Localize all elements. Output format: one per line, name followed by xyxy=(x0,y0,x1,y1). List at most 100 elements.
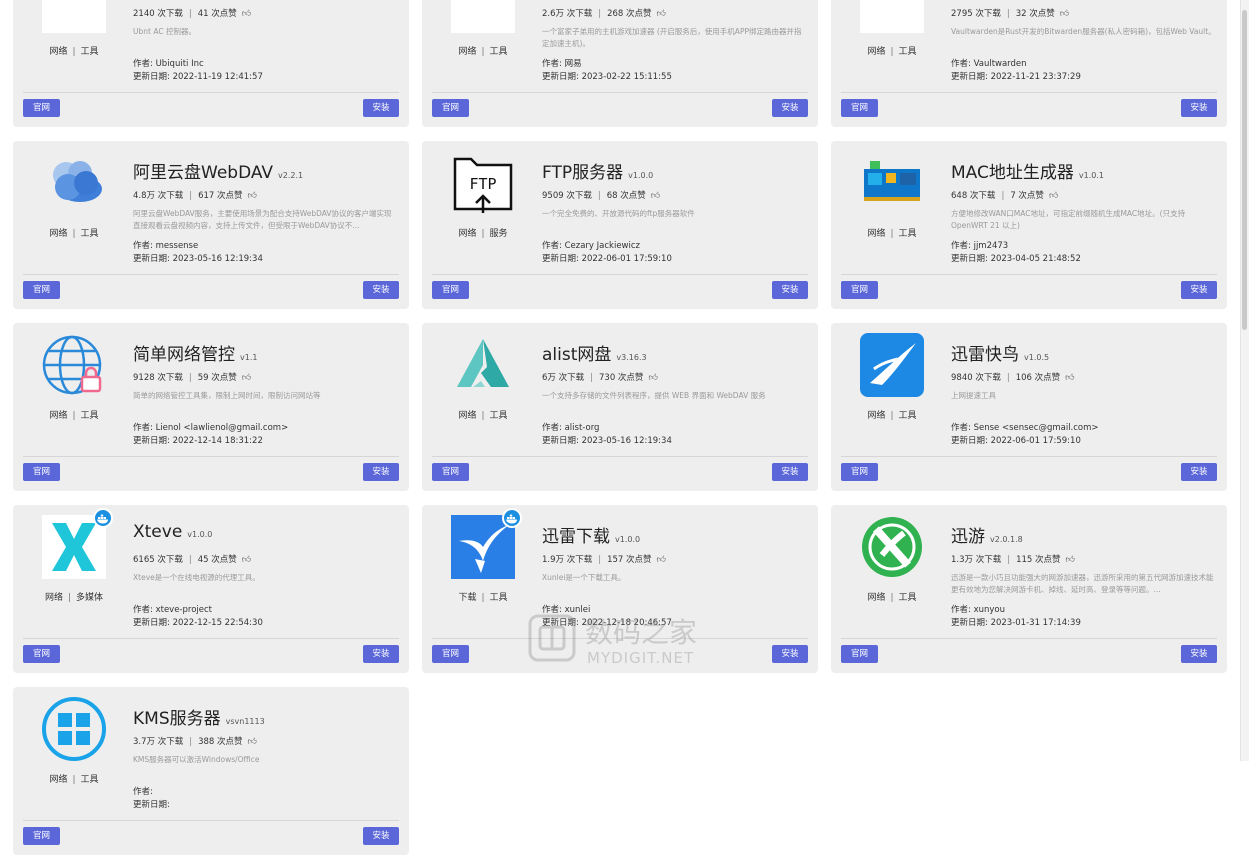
tag-label[interactable]: 下载 xyxy=(458,593,476,603)
downloads-suffix: 次下载 xyxy=(973,555,1002,565)
tag-label[interactable]: 网络 xyxy=(867,593,885,603)
mydigit-logo-icon xyxy=(528,614,576,662)
official-site-button[interactable]: 官网 xyxy=(23,827,60,845)
tag-label[interactable]: 网络 xyxy=(458,47,476,57)
install-button[interactable]: 安装 xyxy=(772,463,808,481)
likes-suffix: 次点赞 xyxy=(208,9,237,19)
tag-label[interactable]: 工具 xyxy=(899,47,917,57)
install-button[interactable]: 安装 xyxy=(772,645,808,663)
app-updated: 更新日期: 2023-05-16 12:19:34 xyxy=(133,252,263,264)
tag-label[interactable]: 服务 xyxy=(490,229,508,239)
install-button[interactable]: 安装 xyxy=(1181,281,1217,299)
app-description: 方便地修改WAN口MAC地址，可指定前缀随机生成MAC地址。(只支持OpenWR… xyxy=(951,209,1186,230)
tag-label[interactable]: 网络 xyxy=(458,229,476,239)
install-button[interactable]: 安装 xyxy=(363,645,399,663)
official-site-button[interactable]: 官网 xyxy=(432,281,469,299)
thumbs-up-icon[interactable]: 👍︎ xyxy=(1065,373,1074,383)
app-card: 网络 | 工具 阿里云盘WebDAV v2.2.1 4.8万 次下载 | 617 次点赞 👍︎ 阿… xyxy=(13,141,409,309)
official-site-button[interactable]: 官网 xyxy=(841,645,878,663)
tag-label[interactable]: 工具 xyxy=(490,47,508,57)
app-title: 网易UU加速器 xyxy=(542,0,657,1)
tag-separator: | xyxy=(481,229,485,239)
thumbs-up-icon[interactable]: 👍︎ xyxy=(248,191,257,201)
app-tags: 网络 | 服务 xyxy=(443,226,523,239)
thumbs-up-icon[interactable]: 👍︎ xyxy=(651,191,660,201)
tag-label[interactable]: 网络 xyxy=(867,229,885,239)
tag-label[interactable]: 工具 xyxy=(490,593,508,603)
tag-label[interactable]: 多媒体 xyxy=(76,593,103,603)
tag-label[interactable]: 工具 xyxy=(899,411,917,421)
thumbs-up-icon[interactable]: 👍︎ xyxy=(657,555,666,565)
thumbs-up-icon[interactable]: 👍︎ xyxy=(248,737,257,747)
card-divider xyxy=(23,274,399,275)
tag-label[interactable]: 工具 xyxy=(81,411,99,421)
thumbs-up-icon[interactable]: 👍︎ xyxy=(657,9,666,19)
app-updated: 更新日期: 2023-05-16 12:19:34 xyxy=(542,434,672,446)
tag-label[interactable]: 网络 xyxy=(458,411,476,421)
official-site-button[interactable]: 官网 xyxy=(432,645,469,663)
tag-label[interactable]: 工具 xyxy=(81,775,99,785)
official-site-button[interactable]: 官网 xyxy=(23,281,60,299)
official-site-button[interactable]: 官网 xyxy=(841,281,878,299)
install-button[interactable]: 安装 xyxy=(363,463,399,481)
official-site-button[interactable]: 官网 xyxy=(23,645,60,663)
app-author: 作者: xunyou xyxy=(951,603,1005,615)
install-button[interactable]: 安装 xyxy=(363,99,399,117)
watermark-cn: 数码之家 xyxy=(585,616,698,649)
thumbs-up-icon[interactable]: 👍︎ xyxy=(648,373,657,383)
thumbs-up-icon[interactable]: 👍︎ xyxy=(1049,191,1058,201)
tag-label[interactable]: 网络 xyxy=(867,411,885,421)
thumbs-up-icon[interactable]: 👍︎ xyxy=(1060,9,1069,19)
scrollbar-thumb[interactable] xyxy=(1242,10,1247,330)
app-card: 网络 | 工具 迅雷快鸟 v1.0.5 9840 次下载 | 106 次点赞 👍︎ 上网提速工具作… xyxy=(831,323,1227,491)
official-site-button[interactable]: 官网 xyxy=(23,463,60,481)
ftp-folder-icon: FTP xyxy=(451,151,515,215)
install-button[interactable]: 安装 xyxy=(1181,99,1217,117)
official-site-button[interactable]: 官网 xyxy=(432,99,469,117)
app-version: v1.0.0 xyxy=(628,171,654,180)
tag-label[interactable]: 网络 xyxy=(49,47,67,57)
install-button[interactable]: 安装 xyxy=(772,281,808,299)
tag-label[interactable]: 工具 xyxy=(81,229,99,239)
tag-label[interactable]: 网络 xyxy=(867,47,885,57)
install-button[interactable]: 安装 xyxy=(772,99,808,117)
thumbs-up-icon[interactable]: 👍︎ xyxy=(242,373,251,383)
tag-label[interactable]: 网络 xyxy=(49,775,67,785)
install-button[interactable]: 安装 xyxy=(363,281,399,299)
card-divider xyxy=(23,92,399,93)
app-description: 上网提速工具 xyxy=(951,391,996,400)
author-value: 网易 xyxy=(564,59,582,69)
app-stats: 9840 次下载 | 106 次点赞 👍︎ xyxy=(951,371,1075,383)
install-button[interactable]: 安装 xyxy=(1181,463,1217,481)
official-site-button[interactable]: 官网 xyxy=(841,99,878,117)
app-author: 作者: messense xyxy=(133,239,198,251)
official-site-button[interactable]: 官网 xyxy=(841,463,878,481)
official-site-button[interactable]: 官网 xyxy=(432,463,469,481)
tag-label[interactable]: 工具 xyxy=(899,229,917,239)
vertical-scrollbar[interactable] xyxy=(1240,0,1249,761)
thumbs-up-icon[interactable]: 👍︎ xyxy=(1066,555,1075,565)
app-stats: 2140 次下载 | 41 次点赞 👍︎ xyxy=(133,7,251,19)
author-value: Sense <sensec@gmail.com> xyxy=(973,423,1099,433)
install-button[interactable]: 安装 xyxy=(1181,645,1217,663)
app-description: Vaultwarden是Rust开发的Bitwarden服务器(私人密码箱)，包… xyxy=(951,27,1216,36)
updated-value: 2022-06-01 17:59:10 xyxy=(990,436,1081,446)
tag-label[interactable]: 工具 xyxy=(81,47,99,57)
app-card: 网络 | 工具 网易UU加速器 2.6万 次下载 | 268 次点赞 👍︎ 一个富家子弟用的主机… xyxy=(422,0,818,127)
tag-label[interactable]: 网络 xyxy=(49,229,67,239)
app-title: 迅雷下载 v1.0.0 xyxy=(542,522,640,547)
app-version: vsvn1113 xyxy=(225,717,265,726)
tag-label[interactable]: 工具 xyxy=(490,411,508,421)
install-button[interactable]: 安装 xyxy=(363,827,399,845)
official-site-button[interactable]: 官网 xyxy=(23,99,60,117)
tag-label[interactable]: 工具 xyxy=(899,593,917,603)
tag-label[interactable]: 网络 xyxy=(45,593,63,603)
app-version: v1.0.0 xyxy=(615,535,641,544)
tag-label[interactable]: 网络 xyxy=(49,411,67,421)
download-count: 9840 xyxy=(951,373,973,383)
thumbs-up-icon[interactable]: 👍︎ xyxy=(242,555,251,565)
downloads-suffix: 次下载 xyxy=(555,373,585,383)
stats-separator: | xyxy=(598,555,602,565)
thumbs-up-icon[interactable]: 👍︎ xyxy=(242,9,251,19)
app-tags: 网络 | 工具 xyxy=(34,226,114,239)
